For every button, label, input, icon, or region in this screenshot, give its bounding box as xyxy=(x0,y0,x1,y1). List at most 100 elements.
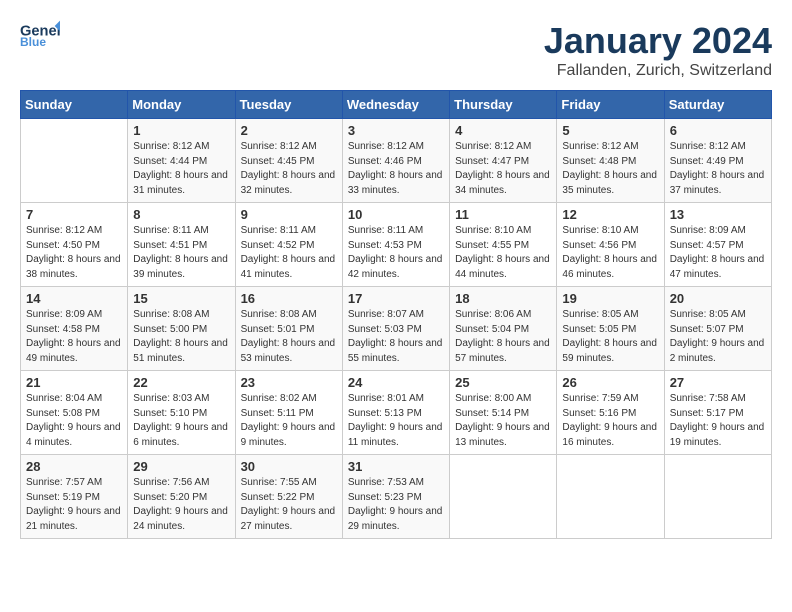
day-info: Sunrise: 8:10 AMSunset: 4:56 PMDaylight:… xyxy=(562,225,657,280)
calendar-cell xyxy=(450,455,557,539)
day-info: Sunrise: 8:03 AMSunset: 5:10 PMDaylight:… xyxy=(133,393,228,448)
day-number: 7 xyxy=(26,207,122,222)
day-info: Sunrise: 8:05 AMSunset: 5:07 PMDaylight:… xyxy=(670,309,765,364)
title-section: January 2024 Fallanden, Zurich, Switzerl… xyxy=(544,20,772,80)
day-number: 26 xyxy=(562,375,658,390)
day-info: Sunrise: 8:12 AMSunset: 4:50 PMDaylight:… xyxy=(26,225,121,280)
calendar-week-row: 28 Sunrise: 7:57 AMSunset: 5:19 PMDaylig… xyxy=(21,455,772,539)
logo: General Blue xyxy=(20,20,60,50)
calendar-cell: 3 Sunrise: 8:12 AMSunset: 4:46 PMDayligh… xyxy=(342,119,449,203)
header-wednesday: Wednesday xyxy=(342,91,449,119)
day-number: 21 xyxy=(26,375,122,390)
calendar-subtitle: Fallanden, Zurich, Switzerland xyxy=(544,62,772,80)
day-number: 8 xyxy=(133,207,229,222)
calendar-cell: 30 Sunrise: 7:55 AMSunset: 5:22 PMDaylig… xyxy=(235,455,342,539)
day-number: 27 xyxy=(670,375,766,390)
day-info: Sunrise: 8:12 AMSunset: 4:45 PMDaylight:… xyxy=(241,141,336,196)
day-info: Sunrise: 8:12 AMSunset: 4:47 PMDaylight:… xyxy=(455,141,550,196)
day-info: Sunrise: 8:02 AMSunset: 5:11 PMDaylight:… xyxy=(241,393,336,448)
calendar-cell: 23 Sunrise: 8:02 AMSunset: 5:11 PMDaylig… xyxy=(235,371,342,455)
day-info: Sunrise: 7:56 AMSunset: 5:20 PMDaylight:… xyxy=(133,477,228,532)
calendar-cell: 14 Sunrise: 8:09 AMSunset: 4:58 PMDaylig… xyxy=(21,287,128,371)
day-info: Sunrise: 8:07 AMSunset: 5:03 PMDaylight:… xyxy=(348,309,443,364)
calendar-cell: 10 Sunrise: 8:11 AMSunset: 4:53 PMDaylig… xyxy=(342,203,449,287)
day-info: Sunrise: 8:11 AMSunset: 4:51 PMDaylight:… xyxy=(133,225,228,280)
day-info: Sunrise: 8:12 AMSunset: 4:48 PMDaylight:… xyxy=(562,141,657,196)
day-info: Sunrise: 8:12 AMSunset: 4:44 PMDaylight:… xyxy=(133,141,228,196)
calendar-cell: 15 Sunrise: 8:08 AMSunset: 5:00 PMDaylig… xyxy=(128,287,235,371)
day-number: 19 xyxy=(562,291,658,306)
day-info: Sunrise: 7:58 AMSunset: 5:17 PMDaylight:… xyxy=(670,393,765,448)
calendar-cell: 26 Sunrise: 7:59 AMSunset: 5:16 PMDaylig… xyxy=(557,371,664,455)
day-info: Sunrise: 8:04 AMSunset: 5:08 PMDaylight:… xyxy=(26,393,121,448)
day-info: Sunrise: 8:10 AMSunset: 4:55 PMDaylight:… xyxy=(455,225,550,280)
svg-text:Blue: Blue xyxy=(20,35,46,48)
header-thursday: Thursday xyxy=(450,91,557,119)
day-number: 5 xyxy=(562,123,658,138)
calendar-cell: 13 Sunrise: 8:09 AMSunset: 4:57 PMDaylig… xyxy=(664,203,771,287)
calendar-cell: 27 Sunrise: 7:58 AMSunset: 5:17 PMDaylig… xyxy=(664,371,771,455)
day-info: Sunrise: 8:12 AMSunset: 4:49 PMDaylight:… xyxy=(670,141,765,196)
calendar-cell: 9 Sunrise: 8:11 AMSunset: 4:52 PMDayligh… xyxy=(235,203,342,287)
day-number: 6 xyxy=(670,123,766,138)
calendar-cell: 6 Sunrise: 8:12 AMSunset: 4:49 PMDayligh… xyxy=(664,119,771,203)
header-saturday: Saturday xyxy=(664,91,771,119)
day-info: Sunrise: 8:08 AMSunset: 5:00 PMDaylight:… xyxy=(133,309,228,364)
calendar-week-row: 7 Sunrise: 8:12 AMSunset: 4:50 PMDayligh… xyxy=(21,203,772,287)
day-number: 3 xyxy=(348,123,444,138)
calendar-cell xyxy=(557,455,664,539)
day-info: Sunrise: 8:09 AMSunset: 4:58 PMDaylight:… xyxy=(26,309,121,364)
calendar-cell: 19 Sunrise: 8:05 AMSunset: 5:05 PMDaylig… xyxy=(557,287,664,371)
calendar-week-row: 21 Sunrise: 8:04 AMSunset: 5:08 PMDaylig… xyxy=(21,371,772,455)
calendar-cell: 11 Sunrise: 8:10 AMSunset: 4:55 PMDaylig… xyxy=(450,203,557,287)
day-number: 4 xyxy=(455,123,551,138)
day-info: Sunrise: 8:12 AMSunset: 4:46 PMDaylight:… xyxy=(348,141,443,196)
day-info: Sunrise: 8:06 AMSunset: 5:04 PMDaylight:… xyxy=(455,309,550,364)
day-number: 15 xyxy=(133,291,229,306)
day-info: Sunrise: 7:55 AMSunset: 5:22 PMDaylight:… xyxy=(241,477,336,532)
day-info: Sunrise: 8:11 AMSunset: 4:52 PMDaylight:… xyxy=(241,225,336,280)
calendar-week-row: 1 Sunrise: 8:12 AMSunset: 4:44 PMDayligh… xyxy=(21,119,772,203)
day-info: Sunrise: 8:09 AMSunset: 4:57 PMDaylight:… xyxy=(670,225,765,280)
day-number: 2 xyxy=(241,123,337,138)
weekday-header-row: Sunday Monday Tuesday Wednesday Thursday… xyxy=(21,91,772,119)
header-monday: Monday xyxy=(128,91,235,119)
calendar-cell: 7 Sunrise: 8:12 AMSunset: 4:50 PMDayligh… xyxy=(21,203,128,287)
day-number: 14 xyxy=(26,291,122,306)
day-number: 1 xyxy=(133,123,229,138)
calendar-cell: 25 Sunrise: 8:00 AMSunset: 5:14 PMDaylig… xyxy=(450,371,557,455)
calendar-cell: 8 Sunrise: 8:11 AMSunset: 4:51 PMDayligh… xyxy=(128,203,235,287)
day-number: 18 xyxy=(455,291,551,306)
calendar-cell: 24 Sunrise: 8:01 AMSunset: 5:13 PMDaylig… xyxy=(342,371,449,455)
day-number: 29 xyxy=(133,459,229,474)
calendar-title: January 2024 xyxy=(544,20,772,62)
day-info: Sunrise: 8:08 AMSunset: 5:01 PMDaylight:… xyxy=(241,309,336,364)
day-number: 11 xyxy=(455,207,551,222)
day-number: 13 xyxy=(670,207,766,222)
day-number: 9 xyxy=(241,207,337,222)
day-number: 31 xyxy=(348,459,444,474)
day-info: Sunrise: 8:11 AMSunset: 4:53 PMDaylight:… xyxy=(348,225,443,280)
page-header: General Blue January 2024 Fallanden, Zur… xyxy=(20,20,772,80)
header-tuesday: Tuesday xyxy=(235,91,342,119)
calendar-cell: 21 Sunrise: 8:04 AMSunset: 5:08 PMDaylig… xyxy=(21,371,128,455)
day-number: 22 xyxy=(133,375,229,390)
calendar-cell: 28 Sunrise: 7:57 AMSunset: 5:19 PMDaylig… xyxy=(21,455,128,539)
calendar-cell: 16 Sunrise: 8:08 AMSunset: 5:01 PMDaylig… xyxy=(235,287,342,371)
calendar-cell: 5 Sunrise: 8:12 AMSunset: 4:48 PMDayligh… xyxy=(557,119,664,203)
day-info: Sunrise: 7:57 AMSunset: 5:19 PMDaylight:… xyxy=(26,477,121,532)
calendar-cell: 12 Sunrise: 8:10 AMSunset: 4:56 PMDaylig… xyxy=(557,203,664,287)
day-number: 23 xyxy=(241,375,337,390)
calendar-table: Sunday Monday Tuesday Wednesday Thursday… xyxy=(20,90,772,539)
calendar-cell xyxy=(664,455,771,539)
day-info: Sunrise: 7:53 AMSunset: 5:23 PMDaylight:… xyxy=(348,477,443,532)
calendar-cell: 22 Sunrise: 8:03 AMSunset: 5:10 PMDaylig… xyxy=(128,371,235,455)
day-number: 25 xyxy=(455,375,551,390)
day-number: 30 xyxy=(241,459,337,474)
calendar-cell xyxy=(21,119,128,203)
calendar-cell: 2 Sunrise: 8:12 AMSunset: 4:45 PMDayligh… xyxy=(235,119,342,203)
calendar-cell: 31 Sunrise: 7:53 AMSunset: 5:23 PMDaylig… xyxy=(342,455,449,539)
day-number: 10 xyxy=(348,207,444,222)
day-number: 17 xyxy=(348,291,444,306)
day-number: 16 xyxy=(241,291,337,306)
